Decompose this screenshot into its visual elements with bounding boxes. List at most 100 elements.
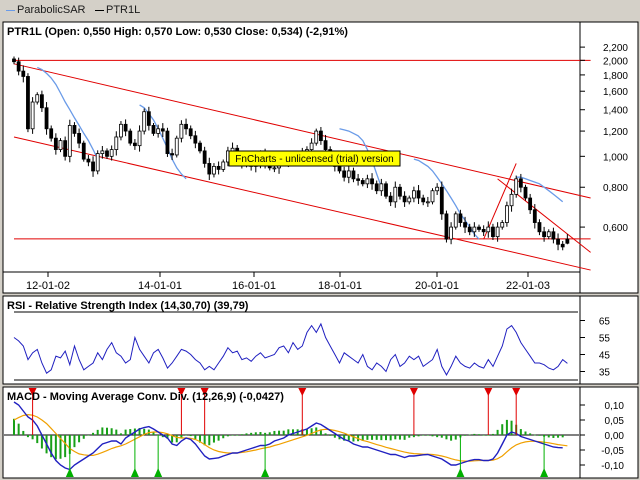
macd-histogram-bar xyxy=(226,435,229,437)
candle-body xyxy=(477,226,481,230)
candle-body xyxy=(384,183,388,197)
candle-body xyxy=(207,163,212,175)
candle-body xyxy=(393,186,398,203)
macd-histogram-bar xyxy=(319,430,322,435)
macd-histogram-bar xyxy=(212,435,215,443)
candle-body xyxy=(388,195,393,203)
macd-histogram-bar xyxy=(394,435,397,440)
candle-body xyxy=(309,142,314,150)
price-y-tick-label: 1,400 xyxy=(603,106,628,117)
candle-body xyxy=(188,128,193,137)
macd-y-tick-label: 0,05 xyxy=(605,416,625,427)
candle-body xyxy=(212,165,216,175)
macd-histogram-bar xyxy=(547,435,550,438)
candle-body xyxy=(337,165,342,172)
macd-histogram-bar xyxy=(106,427,108,435)
macd-histogram-bar xyxy=(505,419,508,435)
macd-histogram-bar xyxy=(78,435,81,443)
macd-histogram-bar xyxy=(436,435,439,438)
macd-histogram-bar xyxy=(175,435,178,443)
macd-histogram-bar xyxy=(278,430,281,435)
candle-body xyxy=(472,226,477,233)
candle-body xyxy=(72,125,77,134)
candle-body xyxy=(40,94,44,109)
macd-histogram-bar xyxy=(496,429,499,435)
macd-histogram-bar xyxy=(468,434,471,436)
candle-body xyxy=(402,195,407,203)
rsi-y-tick-label: 35 xyxy=(599,368,611,379)
candle-body xyxy=(137,130,142,147)
macd-histogram-bar xyxy=(54,435,57,460)
macd-y-tick-label: -0,05 xyxy=(601,446,624,457)
price-x-tick-label: 16-01-01 xyxy=(232,280,276,292)
price-y-tick-label: 1,000 xyxy=(603,152,628,163)
candle-body xyxy=(430,190,435,203)
macd-histogram-bar xyxy=(152,432,155,435)
candle-body xyxy=(123,123,128,132)
candle-body xyxy=(439,186,444,215)
candle-body xyxy=(119,123,123,138)
candle-body xyxy=(221,161,226,170)
candle-body xyxy=(551,231,556,240)
macd-histogram-bar xyxy=(282,430,285,435)
macd-histogram-bar xyxy=(552,435,555,438)
candle-body xyxy=(356,178,361,181)
candle-body xyxy=(198,142,202,152)
macd-histogram-bar xyxy=(557,435,560,438)
candle-body xyxy=(411,190,416,199)
candle-body xyxy=(523,186,528,199)
candle-body xyxy=(160,128,165,132)
candle-body xyxy=(407,197,412,203)
candle-body xyxy=(542,231,546,238)
macd-histogram-bar xyxy=(231,435,234,436)
macd-histogram-bar xyxy=(82,435,85,439)
legend-bar: ParabolicSAR PTR1L xyxy=(0,0,640,20)
candle-body xyxy=(453,213,458,228)
candle-body xyxy=(216,165,221,170)
macd-histogram-bar xyxy=(194,435,197,440)
candle-body xyxy=(374,183,379,192)
macd-y-tick-label: 0,10 xyxy=(605,401,625,412)
macd-histogram-bar xyxy=(482,435,485,436)
macd-histogram-bar xyxy=(268,432,271,435)
candle-body xyxy=(146,111,151,126)
candle-body xyxy=(495,226,500,238)
macd-histogram-bar xyxy=(13,418,15,435)
candle-body xyxy=(556,238,560,245)
macd-histogram-bar xyxy=(264,432,267,435)
macd-histogram-bar xyxy=(305,429,308,435)
candle-body xyxy=(156,128,161,134)
candle-body xyxy=(351,170,356,180)
candle-body xyxy=(165,130,170,154)
candle-body xyxy=(193,135,198,144)
candle-body xyxy=(114,136,119,150)
legend-swatch-parabolic-sar xyxy=(6,10,15,11)
macd-histogram-bar xyxy=(389,435,392,441)
candle-body xyxy=(21,70,26,77)
macd-histogram-bar xyxy=(259,432,262,435)
legend-label-ptr1l[interactable]: PTR1L xyxy=(106,4,140,16)
macd-histogram-bar xyxy=(385,435,387,441)
macd-y-tick-label: 0,00 xyxy=(605,431,625,442)
macd-histogram-bar xyxy=(398,435,401,440)
candle-body xyxy=(170,153,175,156)
macd-histogram-bar xyxy=(236,435,239,436)
macd-histogram-bar xyxy=(440,435,443,438)
macd-histogram-bar xyxy=(22,430,25,435)
macd-histogram-bar xyxy=(533,434,536,436)
legend-label-parabolic-sar[interactable]: ParabolicSAR xyxy=(17,4,85,16)
macd-histogram-bar xyxy=(273,430,276,435)
legend-swatch-ptr1l xyxy=(95,10,104,11)
candle-body xyxy=(360,180,365,185)
stock-chart[interactable]: 2,200 2,000 1,800 1,600 1,400 1,200 1,000 0,800… xyxy=(0,20,640,480)
candle-body xyxy=(109,149,114,157)
macd-histogram-bar xyxy=(454,435,457,440)
macd-histogram-bar xyxy=(96,429,99,435)
candle-body xyxy=(174,137,179,156)
price-y-tick-label: 1,200 xyxy=(603,127,628,138)
candle-body xyxy=(95,153,100,172)
candle-body xyxy=(491,226,495,238)
candle-body xyxy=(458,213,463,223)
candle-body xyxy=(49,128,54,139)
macd-histogram-bar xyxy=(426,435,429,436)
